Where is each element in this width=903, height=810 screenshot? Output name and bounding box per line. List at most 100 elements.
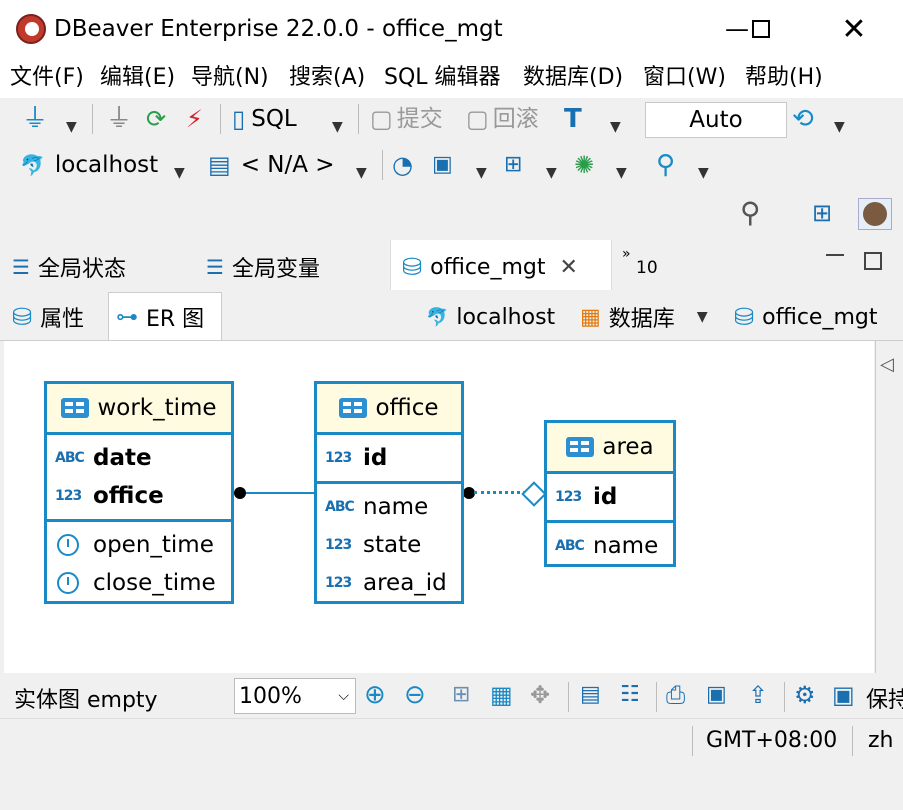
perspective-icon[interactable]: ⊞ [812,198,832,228]
menu-window[interactable]: 窗口(W) [643,64,726,92]
attributes-icon[interactable]: ☷ [620,680,640,710]
menu-help[interactable]: 帮助(H) [745,64,823,92]
column-row[interactable]: 123 id [547,478,673,516]
entity-office[interactable]: office 123 id ABC name 123 state 123 are… [314,381,464,604]
sql-editor-button[interactable]: ▯ SQL [232,104,297,134]
column-row[interactable]: 123 state [317,526,461,564]
status-divider [692,726,693,756]
tab-er[interactable]: ⊶ ER 图 [116,298,204,336]
tab-overflow-icon[interactable]: » [622,246,631,262]
breadcrumb-host[interactable]: 🐬 localhost [426,298,555,336]
chevron-down-icon[interactable]: ▼ [610,112,621,142]
menu-navigate[interactable]: 导航(N) [191,64,269,92]
tab-global-vars[interactable]: ☰ 全局变量 [206,248,320,286]
transaction-mode-icon[interactable]: T [564,104,582,134]
breadcrumb-database[interactable]: ▦ 数据库 ▼ [580,298,708,336]
palette-strip [875,341,903,673]
structure-icon[interactable]: ⊞ [504,150,522,180]
tab-office-mgt[interactable]: ⛁ office_mgt ✕ [402,248,578,286]
column-section: open_time close_time [47,522,231,606]
move-icon[interactable]: ✥ [530,680,550,710]
column-name: state [363,532,422,558]
minimize-view-icon[interactable] [826,254,844,256]
status-divider [852,726,853,756]
zoom-out-icon[interactable]: ⊖ [404,680,426,710]
column-row[interactable]: 123 id [317,439,461,477]
numeric-key-icon: 123 [55,488,82,504]
table-icon [339,398,368,418]
clock-icon [57,572,79,594]
chevron-down-icon[interactable]: ▼ [332,112,343,142]
schema-icon: ▤ [208,151,231,179]
history-icon[interactable]: ⟲ [792,104,814,134]
chevron-down-icon[interactable]: ▼ [698,158,709,188]
toolbar-divider [358,104,359,134]
column-row[interactable]: 123 office [47,477,231,515]
column-row[interactable]: close_time [47,564,231,602]
schema-selector[interactable]: ▤ < N/A > [208,150,335,180]
close-tab-icon[interactable]: ✕ [560,255,578,280]
menu-search[interactable]: 搜索(A) [289,64,365,92]
column-row[interactable]: ABC date [47,439,231,477]
beaver-icon [863,202,887,226]
commit-button[interactable]: ▢ 提交 [370,104,443,134]
toolbar-divider [656,682,657,712]
upload-icon[interactable]: ⇪ [748,680,768,710]
chevron-down-icon[interactable]: ▼ [834,112,845,142]
reconnect-icon[interactable]: ⟳ [146,104,166,134]
commit-icon: ▢ [370,105,393,133]
zoom-in-icon[interactable]: ⊕ [364,680,386,710]
maximize-button[interactable] [738,10,784,48]
zoom-select[interactable]: 100% ⌵ [234,678,356,714]
menu-database[interactable]: 数据库(D) [523,64,623,92]
chevron-down-icon[interactable]: ▼ [546,158,557,188]
entity-work-time[interactable]: work_time ABC date 123 office open_time … [44,381,234,604]
numeric-key-icon: 123 [555,489,582,505]
entity-area[interactable]: area 123 id ABC name [544,420,676,567]
grid-icon[interactable]: ▦ [490,680,513,710]
save-icon[interactable]: ▣ [832,680,855,710]
column-row[interactable]: open_time [47,526,231,564]
git-icon[interactable]: ▣ [432,150,453,180]
dbeaver-perspective-button[interactable] [858,198,892,230]
quick-search-icon[interactable]: ⚲ [740,198,761,228]
menu-sql-editor[interactable]: SQL 编辑器 [384,64,501,92]
column-row[interactable]: ABC name [317,488,461,526]
print-icon[interactable]: ⎙ [666,680,685,710]
maximize-view-icon[interactable] [864,252,882,270]
breadcrumb-schema[interactable]: ⛁ office_mgt [734,298,878,336]
schema-label: < N/A > [240,152,335,178]
layout-icon[interactable]: ⊞ [452,680,470,710]
save-label[interactable]: 保持 [866,682,903,714]
chevron-down-icon[interactable]: ▼ [616,158,627,188]
column-row[interactable]: 123 area_id [317,564,461,602]
dashboard-icon[interactable]: ◔ [392,150,413,180]
notes-icon[interactable]: ▤ [580,680,601,710]
chevron-down-icon[interactable]: ▼ [174,158,185,188]
export-image-icon[interactable]: ▣ [706,680,727,710]
close-button[interactable]: ✕ [831,10,877,48]
string-type-icon: ABC [325,499,355,515]
tab-global-status[interactable]: ☰ 全局状态 [12,248,126,286]
column-row[interactable]: ABC name [547,527,673,565]
chevron-down-icon[interactable]: ▼ [356,158,367,188]
datasource-selector[interactable]: 🐬 localhost [20,150,158,180]
rollback-button[interactable]: ▢ 回滚 [466,104,539,134]
chevron-left-icon[interactable]: ◁ [880,354,894,375]
chevron-down-icon[interactable]: ▼ [66,112,77,142]
menu-file[interactable]: 文件(F) [10,64,84,92]
plug-icon[interactable]: ⏚ [106,104,132,134]
key-section: 123 id [317,435,461,484]
new-connection-icon[interactable]: ⏚ [22,104,48,134]
menu-edit[interactable]: 编辑(E) [100,64,175,92]
maximize-icon [752,20,770,38]
disconnect-icon[interactable]: ⚡ [186,104,203,134]
gear-icon[interactable]: ⚙ [794,680,816,710]
transaction-mode-field[interactable]: Auto [645,102,787,138]
chevron-down-icon[interactable]: ▼ [476,158,487,188]
tab-properties[interactable]: ⛁ 属性 [12,298,84,336]
column-section: ABC name [547,523,673,569]
search-icon[interactable]: ⚲ [656,150,675,180]
bug-icon[interactable]: ✺ [574,150,594,180]
chevron-down-icon[interactable]: ▼ [697,309,708,325]
